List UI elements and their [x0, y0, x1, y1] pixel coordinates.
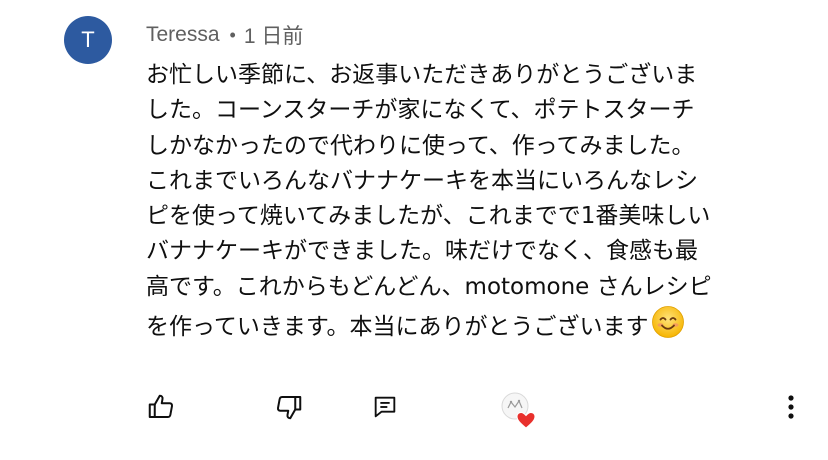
reply-button[interactable] — [368, 392, 402, 426]
like-button[interactable] — [144, 392, 178, 426]
comment-line: お忙しい季節に、お返事いただきありがとうございま — [146, 62, 698, 88]
author-name[interactable]: Teressa — [146, 23, 220, 47]
comment-line: ピを使って焼いてみましたが、これまでで1番美味しい — [146, 203, 711, 230]
comment-line: 高です。これからもどんどん、motomone さんレシピ — [146, 273, 712, 300]
thumbs-down-icon — [274, 392, 304, 426]
comment-line: した。コーンスターチが家になくて、ポテトスターチ — [146, 97, 695, 124]
comment-line-text: を作っていきます。本当にありがとうございます — [146, 314, 649, 341]
meta-separator: • — [229, 24, 236, 45]
thumbs-up-icon — [146, 392, 176, 426]
creator-heart-badge[interactable] — [500, 390, 538, 430]
creator-heart-icon — [500, 392, 538, 434]
more-options-button[interactable] — [774, 392, 808, 426]
more-vertical-icon — [786, 393, 796, 425]
avatar-initial: T — [81, 27, 95, 52]
comment-line-last: を作っていきます。本当にありがとうございます — [146, 305, 786, 350]
smiling-face-emoji-icon — [651, 305, 685, 350]
comment-line: バナナケーキができました。味だけでなく、食感も最 — [146, 238, 698, 265]
comment-line: しかなかったので代わりに使って、作ってみました。 — [146, 132, 695, 159]
reply-icon — [371, 393, 399, 425]
dislike-button[interactable] — [272, 392, 306, 426]
comment-line: これまでいろんなバナナケーキを本当にいろんなレシ — [146, 167, 698, 194]
comment-timestamp[interactable]: 1 日前 — [244, 20, 304, 50]
comment-body: お忙しい季節に、お返事いただきありがとうございま した。コーンスターチが家になく… — [146, 58, 786, 350]
comment-meta: Teressa • 1 日前 — [146, 20, 303, 50]
comment-avatar[interactable]: T — [64, 16, 112, 64]
